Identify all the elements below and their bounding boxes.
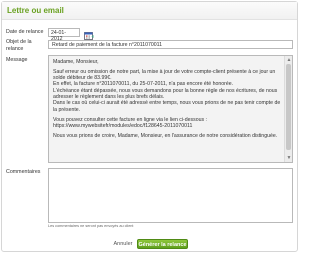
- subject-field[interactable]: Retard de paiement de la facture n°20110…: [48, 40, 293, 49]
- panel-title: Lettre ou email: [2, 2, 297, 20]
- message-paragraph: Nous vous prions de croire, Madame, Mons…: [53, 132, 278, 139]
- generate-reminder-button[interactable]: Générer la relance: [137, 239, 188, 249]
- calendar-icon[interactable]: [84, 27, 94, 40]
- cancel-button[interactable]: Annuler: [113, 239, 133, 249]
- scroll-down-icon[interactable]: ▼: [286, 155, 292, 161]
- date-label: Date de relance: [6, 29, 44, 35]
- message-label: Message: [6, 57, 28, 63]
- message-paragraph: Vous pouvez consulter cette facture en l…: [53, 116, 207, 129]
- date-field[interactable]: 24-01-2012: [48, 28, 80, 42]
- subject-label: Objet de la relance: [6, 39, 32, 52]
- comments-label: Commentaires: [6, 169, 41, 175]
- message-paragraph: Sauf erreur ou omission de notre part, l…: [53, 68, 281, 113]
- scroll-up-icon[interactable]: ▲: [286, 57, 292, 63]
- message-field[interactable]: Madame, Monsieur, Sauf erreur ou omissio…: [48, 55, 293, 163]
- scroll-thumb[interactable]: [286, 64, 291, 150]
- message-scrollbar[interactable]: ▲ ▼: [284, 56, 292, 162]
- comments-note: Les commentaires ne seront pas envoyés a…: [48, 224, 134, 228]
- message-paragraph: Madame, Monsieur,: [53, 59, 99, 65]
- comments-field[interactable]: [48, 168, 293, 223]
